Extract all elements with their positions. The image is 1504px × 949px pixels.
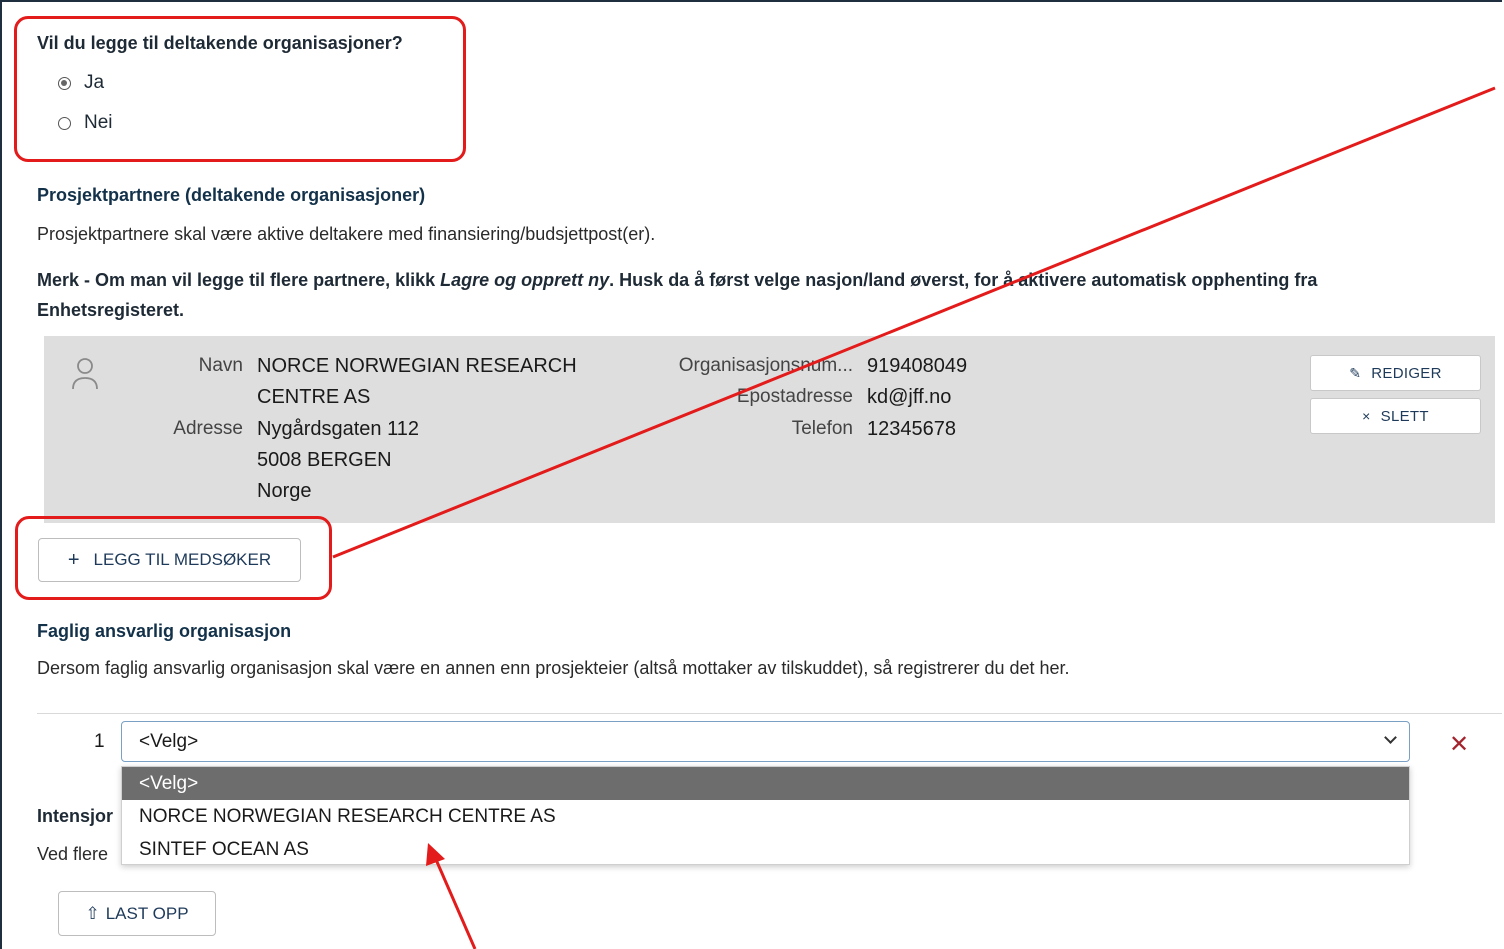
annotation-arrows (332, 86, 1496, 949)
arrow-head (426, 843, 445, 866)
arrow-line (432, 854, 477, 949)
arrow-line (332, 86, 1496, 559)
